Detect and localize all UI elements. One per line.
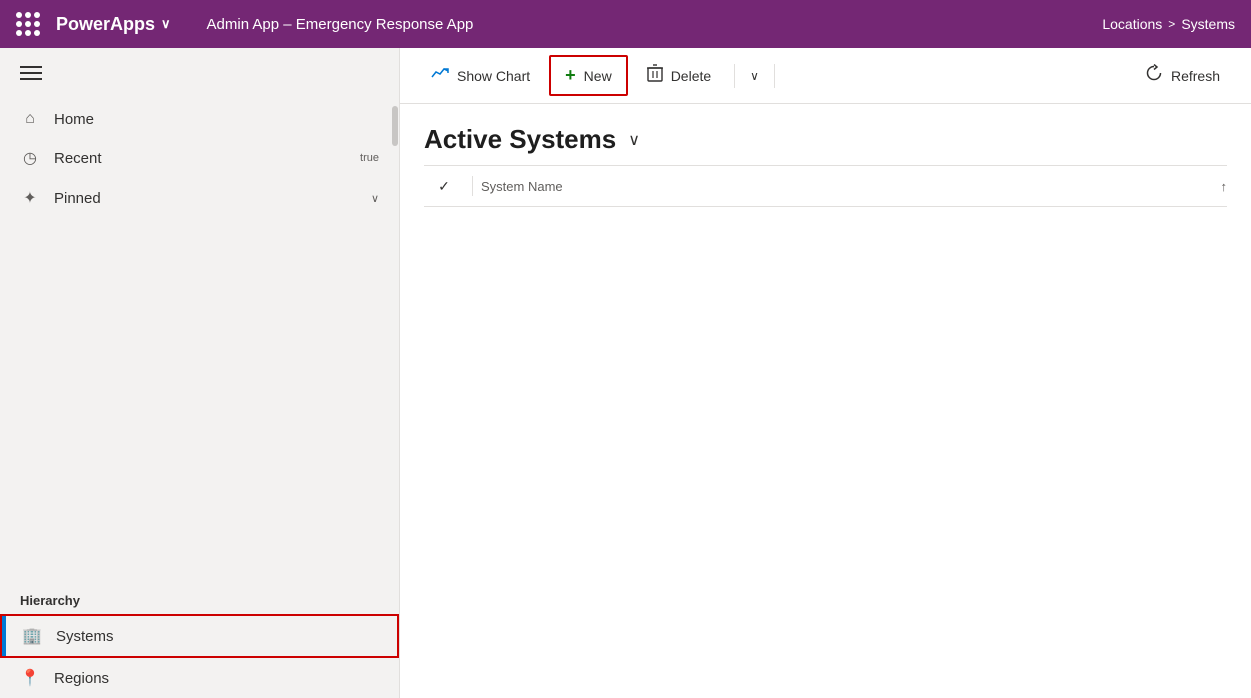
pinned-icon: ✦: [20, 188, 40, 208]
brand-chevron: ∨: [161, 16, 171, 32]
system-name-column-header[interactable]: System Name ↑: [481, 179, 1227, 194]
sidebar-pinned-label: Pinned: [54, 190, 101, 207]
home-icon: ⌂: [20, 110, 40, 128]
app-title: Admin App – Emergency Response App: [207, 16, 474, 33]
sidebar: ⌂ Home ◷ Recent true ✦ Pinned ∨ Hierarch…: [0, 48, 400, 698]
active-indicator: [2, 616, 6, 656]
refresh-label: Refresh: [1171, 68, 1220, 84]
app-launcher-button[interactable]: [16, 12, 40, 36]
sidebar-item-systems[interactable]: 🏢 Systems: [0, 614, 399, 658]
recent-icon: ◷: [20, 148, 40, 168]
sort-icon[interactable]: ↑: [1221, 179, 1228, 194]
sidebar-item-recent[interactable]: ◷ Recent true: [0, 138, 399, 178]
systems-label: Systems: [56, 628, 114, 645]
toolbar-divider-2: [774, 64, 775, 88]
breadcrumb-systems: Systems: [1181, 16, 1235, 32]
regions-icon: 📍: [20, 668, 40, 688]
scrollbar-thumb: [392, 106, 398, 146]
brand-name: PowerApps: [56, 14, 155, 35]
breadcrumb-separator: >: [1168, 17, 1175, 31]
toolbar-divider: [734, 64, 735, 88]
sidebar-item-regions[interactable]: 📍 Regions: [0, 658, 399, 698]
view-title: Active Systems: [424, 124, 616, 155]
sidebar-nav: ⌂ Home ◷ Recent true ✦ Pinned ∨: [0, 90, 399, 577]
pinned-chevron-icon: ∨: [371, 192, 379, 205]
sidebar-scrollbar[interactable]: [391, 96, 399, 698]
new-button[interactable]: + New: [549, 55, 628, 96]
regions-label: Regions: [54, 670, 109, 687]
table-header-row: ✓ System Name ↑: [424, 166, 1227, 207]
sidebar-recent-label: Recent: [54, 150, 102, 167]
hierarchy-section-label: Hierarchy: [0, 577, 399, 614]
delete-button[interactable]: Delete: [632, 55, 726, 96]
sidebar-home-label: Home: [54, 111, 94, 128]
check-icon: ✓: [438, 178, 450, 195]
dropdown-arrow-button[interactable]: ∨: [743, 60, 766, 92]
breadcrumb-locations[interactable]: Locations: [1102, 16, 1162, 32]
sidebar-top: [0, 48, 399, 90]
toolbar: Show Chart + New Delete: [400, 48, 1251, 104]
systems-icon: 🏢: [22, 626, 42, 646]
content-area: Show Chart + New Delete: [400, 48, 1251, 698]
table-checkbox-column[interactable]: ✓: [424, 178, 464, 195]
show-chart-label: Show Chart: [457, 68, 530, 84]
hamburger-button[interactable]: [20, 66, 42, 80]
delete-label: Delete: [671, 68, 711, 84]
breadcrumb: Locations > Systems: [1102, 16, 1235, 32]
data-table: ✓ System Name ↑: [424, 165, 1227, 207]
trash-icon: [647, 64, 663, 87]
refresh-icon: [1145, 64, 1163, 87]
view-dropdown-icon[interactable]: ∨: [628, 130, 640, 150]
recent-chevron-icon: true: [360, 152, 379, 164]
new-label: New: [584, 68, 612, 84]
brand-logo[interactable]: PowerApps ∨: [56, 14, 171, 35]
show-chart-button[interactable]: Show Chart: [416, 56, 545, 95]
sidebar-item-pinned[interactable]: ✦ Pinned ∨: [0, 178, 399, 218]
view-header: Active Systems ∨: [400, 104, 1251, 165]
top-nav: PowerApps ∨ Admin App – Emergency Respon…: [0, 0, 1251, 48]
chart-icon: [431, 65, 449, 86]
column-divider: [472, 176, 473, 196]
refresh-button[interactable]: Refresh: [1130, 55, 1235, 96]
system-name-header-label: System Name: [481, 179, 563, 194]
main-layout: ⌂ Home ◷ Recent true ✦ Pinned ∨ Hierarch…: [0, 48, 1251, 698]
chevron-down-icon: ∨: [750, 69, 759, 83]
plus-icon: +: [565, 65, 576, 86]
sidebar-item-home[interactable]: ⌂ Home: [0, 100, 399, 138]
